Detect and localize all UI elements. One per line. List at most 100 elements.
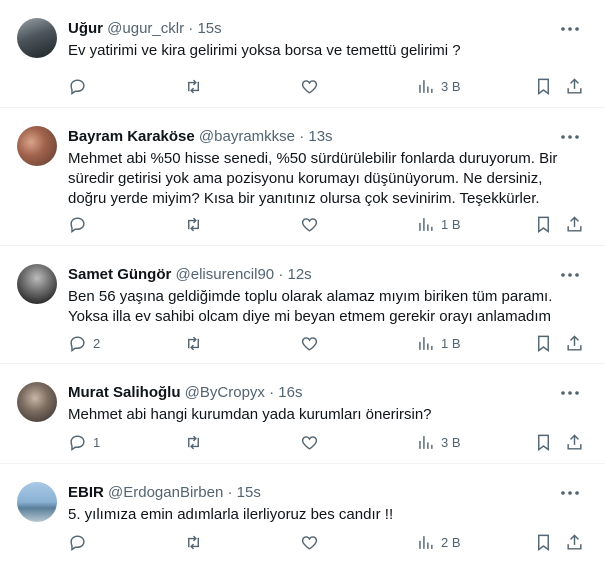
separator: · bbox=[269, 384, 275, 401]
views-button[interactable]: 1 B bbox=[416, 212, 461, 236]
retweet-button[interactable] bbox=[184, 530, 203, 554]
timestamp[interactable]: 15s bbox=[237, 484, 261, 501]
share-button[interactable] bbox=[565, 331, 584, 355]
tweet-text: Mehmet abi %50 hisse senedi, %50 sürdürü… bbox=[68, 150, 558, 207]
timestamp[interactable]: 12s bbox=[287, 266, 311, 283]
retweet-icon bbox=[188, 435, 199, 449]
share-icon bbox=[567, 215, 582, 232]
share-button[interactable] bbox=[565, 530, 584, 554]
bookmark-icon bbox=[538, 335, 549, 352]
reply-icon bbox=[70, 78, 85, 95]
author-handle[interactable]: @elisurencil90 bbox=[176, 266, 275, 283]
author-name[interactable]: Uğur bbox=[68, 20, 103, 37]
bookmark-button[interactable] bbox=[534, 530, 553, 554]
avatar[interactable] bbox=[17, 126, 57, 166]
tweet-text: Mehmet abi hangi kurumdan yada kurumları… bbox=[68, 406, 432, 423]
retweet-button[interactable] bbox=[184, 74, 203, 98]
like-button[interactable] bbox=[300, 430, 319, 454]
author-handle[interactable]: @ByCropyx bbox=[185, 384, 265, 401]
separator: · bbox=[227, 484, 233, 501]
bookmark-icon bbox=[538, 534, 549, 551]
analytics-icon bbox=[419, 336, 433, 350]
bookmark-icon bbox=[538, 78, 549, 95]
share-button[interactable] bbox=[565, 430, 584, 454]
heart-icon bbox=[301, 535, 318, 550]
like-button[interactable] bbox=[300, 530, 319, 554]
reply-count: 1 bbox=[93, 434, 101, 450]
author-name[interactable]: Samet Güngör bbox=[68, 266, 171, 283]
timestamp[interactable]: 15s bbox=[197, 20, 221, 37]
avatar[interactable] bbox=[17, 264, 57, 304]
more-icon[interactable] bbox=[559, 382, 581, 404]
retweet-icon bbox=[188, 217, 199, 231]
tweet-header: Samet Güngör @elisurencil90 · 12s bbox=[68, 265, 312, 285]
more-icon[interactable] bbox=[559, 18, 581, 40]
tweet[interactable]: EBIR @ErdoganBirben · 15s 5. yılımıza em… bbox=[0, 464, 605, 562]
share-icon bbox=[567, 533, 582, 550]
views-button[interactable]: 3 B bbox=[416, 430, 461, 454]
more-icon[interactable] bbox=[559, 264, 581, 286]
tweet[interactable]: Murat Salihoğlu @ByCropyx · 16s Mehmet a… bbox=[0, 364, 605, 464]
share-button[interactable] bbox=[565, 74, 584, 98]
tweet[interactable]: Samet Güngör @elisurencil90 · 12s Ben 56… bbox=[0, 246, 605, 364]
reply-feed: Uğur @ugur_cklr · 15s Ev yatirimi ve kir… bbox=[0, 0, 605, 562]
tweet-text: Ev yatirimi ve kira gelirimi yoksa borsa… bbox=[68, 42, 461, 59]
author-handle[interactable]: @ugur_cklr bbox=[107, 20, 184, 37]
view-count: 3 B bbox=[441, 434, 461, 450]
reply-icon bbox=[70, 216, 85, 233]
avatar[interactable] bbox=[17, 482, 57, 522]
avatar[interactable] bbox=[17, 18, 57, 58]
retweet-button[interactable] bbox=[184, 430, 203, 454]
view-count: 1 B bbox=[441, 335, 461, 351]
retweet-button[interactable] bbox=[184, 331, 203, 355]
action-bar: 2 B bbox=[60, 530, 590, 554]
tweet[interactable]: Uğur @ugur_cklr · 15s Ev yatirimi ve kir… bbox=[0, 0, 605, 108]
reply-icon bbox=[70, 335, 85, 352]
views-button[interactable]: 1 B bbox=[416, 331, 461, 355]
author-name[interactable]: Murat Salihoğlu bbox=[68, 384, 181, 401]
action-bar: 1 3 B bbox=[60, 430, 590, 454]
author-name[interactable]: EBIR bbox=[68, 484, 104, 501]
bookmark-button[interactable] bbox=[534, 74, 553, 98]
heart-icon bbox=[301, 435, 318, 450]
share-icon bbox=[567, 334, 582, 351]
timestamp[interactable]: 16s bbox=[278, 384, 302, 401]
reply-button[interactable] bbox=[68, 212, 93, 236]
view-count: 1 B bbox=[441, 216, 461, 232]
action-bar: 2 1 B bbox=[60, 331, 590, 355]
separator: · bbox=[188, 20, 194, 37]
retweet-icon bbox=[188, 79, 199, 93]
like-button[interactable] bbox=[300, 74, 319, 98]
heart-icon bbox=[301, 336, 318, 351]
reply-button[interactable] bbox=[68, 74, 93, 98]
bookmark-button[interactable] bbox=[534, 212, 553, 236]
reply-button[interactable] bbox=[68, 530, 93, 554]
like-button[interactable] bbox=[300, 212, 319, 236]
tweet-text: Ben 56 yaşına geldiğimde toplu olarak al… bbox=[68, 288, 553, 325]
bookmark-button[interactable] bbox=[534, 430, 553, 454]
views-button[interactable]: 2 B bbox=[416, 530, 461, 554]
action-bar: 1 B bbox=[60, 212, 590, 236]
more-icon[interactable] bbox=[559, 482, 581, 504]
author-handle[interactable]: @bayramkkse bbox=[199, 128, 295, 145]
bookmark-button[interactable] bbox=[534, 331, 553, 355]
analytics-icon bbox=[419, 79, 433, 93]
like-button[interactable] bbox=[300, 331, 319, 355]
share-icon bbox=[567, 433, 582, 450]
share-button[interactable] bbox=[565, 212, 584, 236]
bookmark-icon bbox=[538, 216, 549, 233]
retweet-button[interactable] bbox=[184, 212, 203, 236]
avatar[interactable] bbox=[17, 382, 57, 422]
bookmark-icon bbox=[538, 434, 549, 451]
author-name[interactable]: Bayram Karaköse bbox=[68, 128, 195, 145]
more-icon[interactable] bbox=[559, 126, 581, 148]
view-count: 3 B bbox=[441, 78, 461, 94]
tweet[interactable]: Bayram Karaköse @bayramkkse · 13s Mehmet… bbox=[0, 108, 605, 246]
views-button[interactable]: 3 B bbox=[416, 74, 461, 98]
reply-button[interactable]: 1 bbox=[68, 430, 100, 454]
heart-icon bbox=[301, 217, 318, 232]
analytics-icon bbox=[419, 217, 433, 231]
author-handle[interactable]: @ErdoganBirben bbox=[108, 484, 223, 501]
reply-button[interactable]: 2 bbox=[68, 331, 100, 355]
timestamp[interactable]: 13s bbox=[308, 128, 332, 145]
